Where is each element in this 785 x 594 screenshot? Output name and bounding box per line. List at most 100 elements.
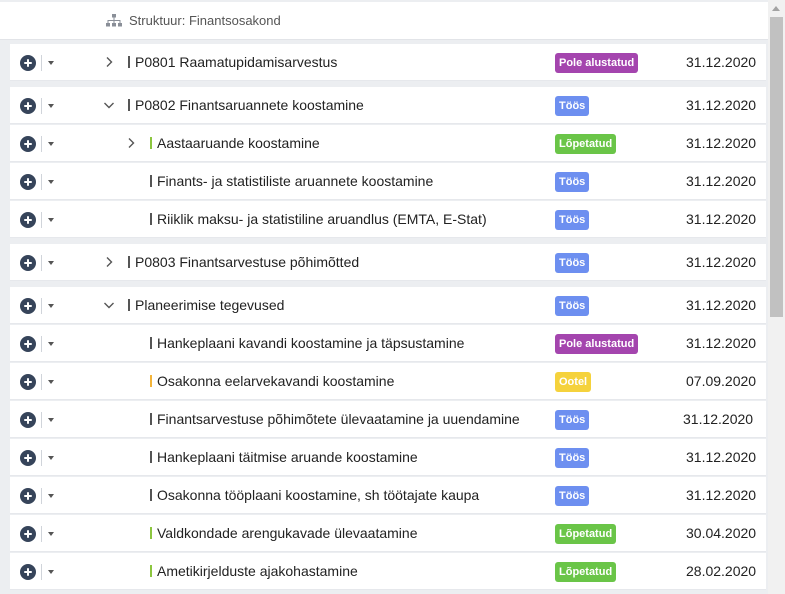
status-bar (150, 451, 152, 463)
chevron-down-icon[interactable] (102, 98, 116, 112)
task-name[interactable]: P0801 Raamatupidamisarvestus (135, 54, 337, 70)
task-row[interactable]: Finants- ja statistiliste aruannete koos… (10, 163, 766, 200)
due-date: 31.12.2020 (686, 211, 757, 227)
divider (41, 55, 42, 71)
task-row[interactable]: Hankeplaani täitmise aruande koostamine T… (10, 439, 766, 476)
row-menu-caret-icon[interactable] (48, 342, 54, 346)
row-menu-caret-icon[interactable] (48, 61, 54, 65)
due-date: 31.12.2020 (686, 97, 757, 113)
due-date: 07.09.2020 (686, 373, 757, 389)
vertical-scrollbar[interactable] (768, 0, 785, 594)
due-date: 31.12.2020 (686, 335, 757, 351)
task-name[interactable]: Osakonna tööplaani koostamine, sh töötaj… (157, 487, 479, 503)
task-name[interactable]: Finants- ja statistiliste aruannete koos… (157, 173, 433, 189)
task-name[interactable]: P0802 Finantsaruannete koostamine (135, 97, 364, 113)
status-bar (150, 413, 152, 425)
status-badge-toos: Töös (555, 410, 590, 430)
row-menu-caret-icon[interactable] (48, 304, 54, 308)
task-name[interactable]: Valdkondade arengukavade ülevaatamine (157, 525, 418, 541)
task-name[interactable]: Planeerimise tegevused (135, 297, 284, 313)
task-name[interactable]: Aastaaruande koostamine (157, 135, 320, 151)
status-badge-lopetatud: Lõpetatud (555, 562, 617, 582)
divider (41, 564, 42, 580)
add-subtask-icon[interactable] (20, 412, 36, 428)
task-row[interactable]: Hankeplaani kavandi koostamine ja täpsus… (10, 325, 766, 362)
due-date: 31.12.2020 (686, 173, 757, 189)
structure-label: Struktuur: Finantsosakond (129, 13, 281, 28)
task-row[interactable]: Osakonna tööplaani koostamine, sh töötaj… (10, 477, 766, 514)
row-menu-caret-icon[interactable] (48, 532, 54, 536)
status-bar (150, 175, 152, 187)
row-menu-caret-icon[interactable] (48, 142, 54, 146)
scroll-thumb[interactable] (770, 17, 783, 317)
row-menu-caret-icon[interactable] (48, 218, 54, 222)
add-subtask-icon[interactable] (20, 526, 36, 542)
task-name[interactable]: Osakonna eelarvekavandi koostamine (157, 373, 394, 389)
due-date: 31.12.2020 (686, 254, 757, 270)
status-badge-toos: Töös (555, 96, 590, 116)
row-menu-caret-icon[interactable] (48, 180, 54, 184)
task-name[interactable]: Riiklik maksu- ja statistiline aruandlus… (157, 211, 487, 227)
task-row[interactable]: Aastaaruande koostamine Lõpetatud 31.12.20… (10, 125, 766, 162)
add-subtask-icon[interactable] (20, 374, 36, 390)
status-bar (150, 527, 152, 539)
chevron-right-icon[interactable] (102, 255, 116, 269)
task-row[interactable]: Planeerimise tegevused Töös 31.12.2020 (10, 287, 766, 324)
add-subtask-icon[interactable] (20, 564, 36, 580)
task-row[interactable]: Finantsarvestuse põhimõtete ülevaatamine… (10, 401, 766, 438)
row-menu-caret-icon[interactable] (48, 380, 54, 384)
task-row[interactable]: Valdkondade arengukavade ülevaatamine Lõp… (10, 515, 766, 552)
task-tree-panel: Struktuur: Finantsosakond P0801 Raamatup… (0, 0, 768, 594)
due-date: 28.02.2020 (686, 563, 757, 579)
divider (41, 374, 42, 390)
row-menu-caret-icon[interactable] (48, 418, 54, 422)
add-subtask-icon[interactable] (20, 212, 36, 228)
row-menu-caret-icon[interactable] (48, 104, 54, 108)
add-subtask-icon[interactable] (20, 336, 36, 352)
status-badge-pole-alustatud: Pole alustatud (555, 53, 639, 73)
divider (41, 336, 42, 352)
task-row[interactable]: Ametikirjelduste ajakohastamine Lõpetatud… (10, 553, 766, 590)
status-badge-toos: Töös (555, 448, 590, 468)
row-menu-caret-icon[interactable] (48, 456, 54, 460)
row-menu-caret-icon[interactable] (48, 261, 54, 265)
divider (41, 98, 42, 114)
add-subtask-icon[interactable] (20, 488, 36, 504)
task-row[interactable]: P0801 Raamatupidamisarvestus Pole alustat… (10, 44, 766, 81)
task-name[interactable]: P0803 Finantsarvestuse põhimõtted (135, 254, 359, 270)
task-name[interactable]: Hankeplaani kavandi koostamine ja täpsus… (157, 335, 464, 351)
due-date: 31.12.2020 (686, 487, 757, 503)
status-bar (150, 565, 152, 577)
chevron-down-icon[interactable] (102, 298, 116, 312)
task-name[interactable]: Hankeplaani täitmise aruande koostamine (157, 449, 418, 465)
scroll-up-arrow-icon[interactable] (772, 6, 780, 11)
divider (41, 450, 42, 466)
add-subtask-icon[interactable] (20, 55, 36, 71)
row-menu-caret-icon[interactable] (48, 570, 54, 574)
status-badge-toos: Töös (555, 172, 590, 192)
task-row[interactable]: Riiklik maksu- ja statistiline aruandlus… (10, 201, 766, 238)
divider (41, 488, 42, 504)
add-subtask-icon[interactable] (20, 98, 36, 114)
task-row[interactable]: Osakonna eelarvekavandi koostamine Ootel 0… (10, 363, 766, 400)
chevron-right-icon[interactable] (124, 136, 138, 150)
add-subtask-icon[interactable] (20, 136, 36, 152)
row-menu-caret-icon[interactable] (48, 494, 54, 498)
due-date: 31.12.2020 (686, 449, 757, 465)
add-subtask-icon[interactable] (20, 255, 36, 271)
add-subtask-icon[interactable] (20, 450, 36, 466)
add-subtask-icon[interactable] (20, 174, 36, 190)
status-bar (150, 375, 152, 387)
chevron-right-icon[interactable] (102, 55, 116, 69)
status-bar (128, 299, 130, 311)
task-row[interactable]: P0803 Finantsarvestuse põhimõtted Töös 31.… (10, 244, 766, 281)
add-subtask-icon[interactable] (20, 298, 36, 314)
divider (41, 412, 42, 428)
task-row[interactable]: P0802 Finantsaruannete koostamine Töös 31.… (10, 87, 766, 124)
status-bar (128, 99, 130, 111)
task-name[interactable]: Finantsarvestuse põhimõtete ülevaatamine… (157, 411, 520, 427)
status-badge-toos: Töös (555, 253, 590, 273)
due-date: 30.04.2020 (686, 525, 757, 541)
task-name[interactable]: Ametikirjelduste ajakohastamine (157, 563, 358, 579)
status-badge-ootel: Ootel (555, 372, 592, 392)
